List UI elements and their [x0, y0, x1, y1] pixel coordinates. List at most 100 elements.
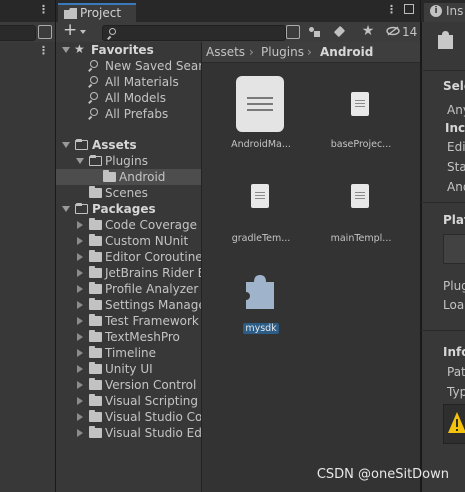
folder-open-icon [89, 155, 102, 166]
search-icon [90, 108, 98, 116]
folder-icon [89, 186, 102, 198]
asset-item[interactable]: baseProjec... [326, 72, 396, 154]
asset-label: AndroidMa... [231, 139, 291, 150]
maximize-icon[interactable] [404, 4, 414, 14]
tree-item-package[interactable]: Visual Studio Edit [56, 425, 201, 441]
favorite-star-icon[interactable]: ★ [359, 22, 377, 40]
collapse-arrow-icon [77, 317, 83, 325]
breadcrumb-separator-icon: › [249, 45, 254, 59]
inspector-field-label: And [447, 180, 465, 194]
document-icon [351, 184, 369, 208]
inspector-section-title: Plat [443, 213, 465, 227]
inspector-field-label: Typ [447, 385, 465, 399]
tree-item-favorite[interactable]: All Materials [56, 74, 201, 90]
filter-by-type-button[interactable] [307, 25, 323, 39]
document-icon [236, 76, 284, 132]
breadcrumb-plugins[interactable]: Plugins [261, 45, 304, 59]
tree-item-package[interactable]: Custom NUnit [56, 233, 201, 249]
tab-inspector[interactable]: i Ins [424, 3, 465, 22]
left-search-input[interactable] [0, 25, 36, 41]
toggle-hidden-packages-button[interactable]: 14 [384, 23, 420, 40]
hidden-count: 14 [402, 25, 418, 39]
add-asset-button[interactable]: + [61, 20, 91, 40]
tree-item-package[interactable]: Timeline [56, 345, 201, 361]
asset-label: gradleTem... [231, 233, 291, 244]
tree-item-scenes[interactable]: Scenes [56, 185, 201, 201]
expand-arrow-icon [62, 206, 70, 212]
tree-item-label: Test Framework [105, 314, 199, 328]
tree-item-label: Unity UI [105, 362, 153, 376]
collapse-arrow-icon [77, 253, 83, 261]
folder-open-icon [75, 139, 88, 150]
folder-icon [89, 234, 102, 246]
star-icon: ★ [74, 42, 85, 56]
tree-item-package[interactable]: Profile Analyzer [56, 281, 201, 297]
search-by-type-icon[interactable] [286, 25, 300, 39]
folder-icon [64, 8, 77, 19]
tree-item-favorite[interactable]: New Saved Sear [56, 58, 201, 74]
tree-item-package[interactable]: Test Framework [56, 313, 201, 329]
asset-item[interactable]: AndroidMa... [226, 72, 296, 154]
search-input[interactable] [102, 25, 286, 41]
tree-item-package[interactable]: JetBrains Rider E [56, 265, 201, 281]
tree-item-package[interactable]: Editor Coroutines [56, 249, 201, 265]
search-icon [109, 28, 116, 35]
asset-item-selected[interactable]: mysdk [226, 262, 296, 342]
doc-line [355, 192, 365, 193]
tree-item-plugins[interactable]: Plugins [56, 153, 201, 169]
more-options-icon[interactable]: ⋮ [38, 3, 49, 16]
tree-item-label: Scenes [105, 186, 148, 200]
folder-icon [103, 170, 116, 182]
tree-item-favorites[interactable]: ★ Favorites [56, 42, 201, 58]
inspector-section-title: Info [443, 345, 465, 359]
plugin-icon [438, 31, 453, 49]
tree-item-package[interactable]: TextMeshPro [56, 329, 201, 345]
tree-item-label: Timeline [105, 346, 157, 360]
tree-item-favorite[interactable]: All Models [56, 90, 201, 106]
folder-icon [89, 410, 102, 422]
breadcrumb-assets[interactable]: Assets [206, 45, 245, 59]
search-icon [90, 60, 98, 68]
inspector-section-title: Incl [445, 121, 465, 135]
inspector-field-label: Any [447, 103, 465, 117]
breadcrumb-android[interactable]: Android [320, 45, 373, 59]
search-by-type-icon[interactable] [38, 25, 52, 39]
tree-item-package[interactable]: Version Control [56, 377, 201, 393]
tree-item-label: Editor Coroutines [105, 250, 201, 264]
inspector-field-label: Sta [447, 160, 465, 174]
asset-item[interactable]: mainTempl... [326, 166, 396, 248]
asset-item[interactable]: gradleTem... [226, 166, 296, 248]
tree-item-packages[interactable]: Packages [56, 201, 201, 217]
project-tree: ★ Favorites New Saved Sear All Materials… [56, 42, 201, 492]
tree-item-android[interactable]: Android [56, 169, 201, 185]
tree-item-label: Android [119, 170, 166, 184]
left-panel [0, 0, 56, 492]
tree-item-package[interactable]: Code Coverage [56, 217, 201, 233]
more-options-icon[interactable]: ⋮ [38, 44, 49, 57]
tree-item-assets[interactable]: Assets [56, 137, 201, 153]
tree-item-label: Visual Studio Edit [105, 426, 201, 440]
tree-item-label: TextMeshPro [105, 330, 180, 344]
tree-item-package[interactable]: Visual Scripting [56, 393, 201, 409]
doc-line [247, 103, 273, 105]
folder-icon [89, 362, 102, 374]
breadcrumb: Assets › Plugins › Android [202, 42, 420, 63]
inspector-section-title: Sele [443, 79, 465, 93]
tree-item-package[interactable]: Visual Studio Coo [56, 409, 201, 425]
tree-item-label: Version Control [105, 378, 197, 392]
tree-item-package[interactable]: Settings Manage [56, 297, 201, 313]
tree-item-favorite[interactable]: All Prefabs [56, 106, 201, 122]
inspector-field-label: Pat [447, 365, 465, 379]
expand-arrow-icon [62, 47, 70, 53]
info-icon: i [430, 5, 442, 17]
collapse-arrow-icon [77, 237, 83, 245]
doc-line [247, 97, 273, 99]
section-divider [421, 330, 465, 331]
tab-inspector-label: Ins [446, 4, 464, 18]
hidden-eye-icon [386, 26, 400, 36]
filter-by-label-button[interactable] [333, 25, 347, 39]
section-divider [421, 70, 465, 71]
tree-item-package[interactable]: Unity UI [56, 361, 201, 377]
more-options-icon[interactable]: ⋮ [386, 3, 397, 16]
platform-tab[interactable] [443, 234, 465, 264]
